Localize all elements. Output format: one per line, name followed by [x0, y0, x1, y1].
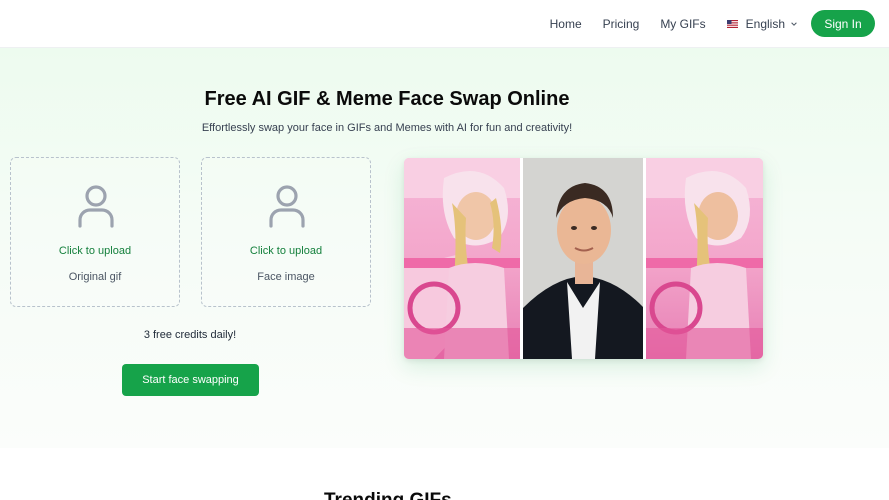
page-subtitle: Effortlessly swap your face in GIFs and … — [201, 122, 573, 134]
face-swap-preview — [404, 158, 763, 359]
user-icon — [269, 185, 305, 228]
main-nav: Home Pricing My GIFs English Sign In — [529, 10, 875, 37]
user-icon — [78, 185, 114, 228]
sign-in-button[interactable]: Sign In — [811, 10, 875, 37]
page-title: Free AI GIF & Meme Face Swap Online — [204, 88, 570, 110]
upload-face-image[interactable]: Click to upload Face image — [201, 157, 371, 307]
chevron-down-icon — [791, 21, 797, 26]
original-gif-frame — [404, 158, 521, 359]
free-credits-note: 3 free credits daily! — [143, 329, 237, 341]
upload-original-gif[interactable]: Click to upload Original gif — [10, 157, 180, 307]
swapped-gif-frame — [645, 158, 763, 359]
start-face-swap-button[interactable]: Start face swapping — [122, 364, 259, 396]
top-header: Home Pricing My GIFs English Sign In — [0, 0, 889, 48]
upload-original-label: Original gif — [68, 271, 122, 283]
face-photo — [523, 158, 643, 359]
upload-original-cta: Click to upload — [58, 245, 132, 257]
trending-title: Trending GIFs — [324, 491, 452, 500]
language-selector[interactable]: English — [726, 16, 798, 31]
nav-pricing-link[interactable]: Pricing — [603, 17, 640, 31]
nav-my-gifs-link[interactable]: My GIFs — [660, 17, 705, 31]
upload-face-cta: Click to upload — [249, 245, 323, 257]
nav-home-link[interactable]: Home — [550, 17, 582, 31]
us-flag-icon — [726, 19, 738, 28]
language-label: English — [745, 16, 785, 31]
upload-face-label: Face image — [257, 271, 315, 283]
